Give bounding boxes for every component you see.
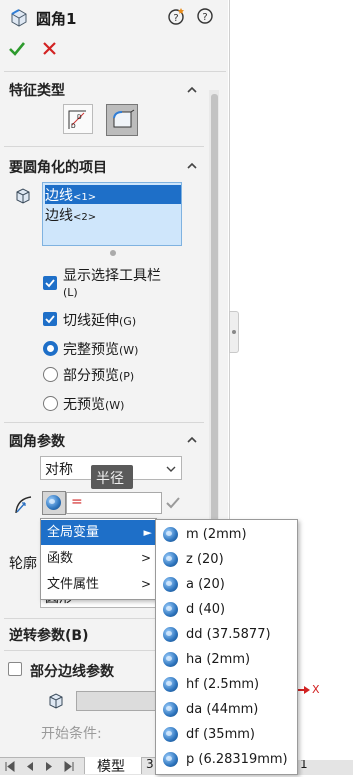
no-preview-radio[interactable]	[43, 396, 58, 411]
divider	[4, 422, 204, 423]
edges-selection-icon	[14, 187, 32, 205]
face-selection-icon	[47, 692, 65, 710]
globe-icon	[163, 677, 178, 692]
page-title: 圆角1	[36, 10, 77, 28]
menu-item-functions[interactable]: 函数 >	[41, 546, 156, 571]
globe-icon	[163, 577, 178, 592]
svg-text:?: ?	[173, 13, 178, 24]
full-preview-label: 完整预览(W)	[63, 342, 139, 358]
menu-item-variable[interactable]: d (40)	[156, 597, 297, 622]
radius-icon	[13, 493, 35, 515]
list-item[interactable]: 边线<2>	[45, 205, 181, 224]
globe-icon	[163, 727, 178, 742]
menu-item-variable[interactable]: p (6.28319mm)	[156, 747, 297, 772]
globe-icon	[163, 602, 178, 617]
ok-button[interactable]	[8, 40, 26, 58]
confirm-equation-icon[interactable]	[165, 495, 181, 511]
tab-model-label: 模型	[97, 759, 125, 775]
globe-icon	[46, 495, 61, 510]
globe-icon	[163, 552, 178, 567]
tab-nav-next-icon[interactable]	[41, 760, 57, 773]
section-partial-edge-parameters: 部分边线参数	[30, 664, 114, 680]
tangent-propagation-checkbox[interactable]	[43, 312, 57, 326]
section-reverse-parameters: 逆转参数(B)	[9, 628, 89, 644]
submenu-arrow-icon: >	[140, 551, 151, 565]
list-item-tag: <1>	[73, 192, 97, 203]
manual-fillet-type-button[interactable]: DD	[63, 104, 93, 134]
svg-text:D: D	[77, 114, 82, 121]
fillet-method-value: 对称	[45, 462, 73, 478]
collapse-chevron-icon[interactable]	[187, 84, 197, 99]
list-item-label: 边线	[45, 188, 73, 204]
list-item-tag: <2>	[73, 212, 97, 223]
global-variables-submenu: m (2mm) z (20) a (20) d (40) dd (37.5877…	[155, 519, 298, 775]
menu-item-variable[interactable]: hf (2.5mm)	[156, 672, 297, 697]
menu-item-variable[interactable]: z (20)	[156, 547, 297, 572]
chevron-down-icon	[166, 466, 176, 472]
fillet-feature-icon	[9, 7, 29, 27]
list-resize-handle[interactable]	[110, 250, 116, 256]
section-items-to-fillet: 要圆角化的项目	[9, 160, 107, 176]
collapse-chevron-icon[interactable]	[187, 160, 197, 175]
menu-item-variable[interactable]: df (35mm)	[156, 722, 297, 747]
show-toolbar-label: 显示选择工具栏	[63, 268, 161, 284]
tab-nav-prev-icon[interactable]	[22, 760, 38, 773]
globe-icon	[163, 702, 178, 717]
menu-item-file-properties[interactable]: 文件属性 >	[41, 572, 156, 597]
show-toolbar-checkbox[interactable]	[43, 276, 57, 290]
globe-icon	[163, 652, 178, 667]
tab-3d-label: 3	[146, 757, 154, 771]
submenu-arrow-icon: >	[140, 577, 151, 591]
tab-nav-last-icon[interactable]	[60, 760, 76, 773]
handle-grip	[232, 330, 236, 334]
menu-item-variable[interactable]: a (20)	[156, 572, 297, 597]
section-fillet-parameters: 圆角参数	[9, 434, 65, 450]
radius-tooltip-text: 半径	[96, 471, 124, 487]
panel-collapse-handle[interactable]	[229, 311, 239, 353]
radius-input[interactable]: =	[66, 492, 162, 514]
menu-item-variable[interactable]: dd (37.5877)	[156, 622, 297, 647]
partial-preview-radio[interactable]	[43, 367, 58, 382]
radius-tooltip: 半径	[91, 465, 133, 489]
tangent-propagation-label: 切线延伸(G)	[63, 313, 137, 329]
list-item-selected[interactable]: 边线<1>	[45, 185, 181, 204]
help-what-icon[interactable]: ?	[168, 7, 186, 25]
triad-x-label: X	[312, 683, 320, 696]
submenu-arrow-icon: ►	[143, 526, 152, 539]
divider	[4, 71, 226, 72]
start-condition-label: 开始条件:	[41, 726, 102, 742]
svg-text:?: ?	[202, 12, 207, 23]
partial-preview-label: 部分预览(P)	[63, 368, 135, 384]
menu-item-global-variables[interactable]: 全局变量 ►	[41, 520, 156, 545]
globe-icon	[163, 752, 178, 767]
section-feature-type: 特征类型	[9, 83, 65, 99]
partial-edge-selection-field[interactable]	[76, 691, 162, 711]
tab-model[interactable]: 模型	[84, 757, 142, 775]
divider	[4, 146, 204, 147]
svg-text:D: D	[71, 123, 76, 130]
equation-globe-button[interactable]	[42, 491, 66, 515]
fillet-xpert-type-button[interactable]	[106, 104, 138, 136]
menu-item-variable[interactable]: ha (2mm)	[156, 647, 297, 672]
edges-selection-list[interactable]: 边线<1> 边线<2>	[42, 182, 182, 246]
menu-item-variable[interactable]: da (44mm)	[156, 697, 297, 722]
no-preview-label: 无预览(W)	[63, 397, 125, 413]
menu-item-variable[interactable]: m (2mm)	[156, 522, 297, 547]
full-preview-radio[interactable]	[43, 341, 58, 356]
profile-label: 轮廓	[9, 556, 37, 572]
radius-input-value: =	[71, 494, 83, 510]
tab-nav-first-icon[interactable]	[3, 760, 19, 773]
globe-icon	[163, 527, 178, 542]
partial-edge-checkbox[interactable]	[8, 662, 22, 676]
globe-icon	[163, 627, 178, 642]
list-item-label: 边线	[45, 208, 73, 224]
equation-context-menu: 全局变量 ► 函数 > 文件属性 >	[40, 518, 157, 600]
cancel-button[interactable]	[42, 41, 57, 56]
show-toolbar-shortcut: (L)	[63, 286, 78, 299]
collapse-chevron-icon[interactable]	[187, 434, 197, 449]
help-icon[interactable]: ?	[197, 8, 213, 24]
